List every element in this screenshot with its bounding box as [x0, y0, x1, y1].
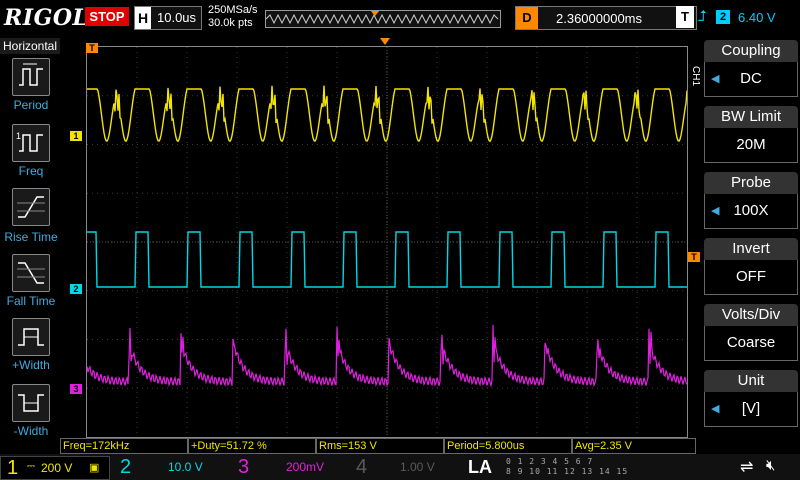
period-icon: [19, 63, 43, 86]
run-stop-indicator[interactable]: STOP: [85, 7, 129, 26]
period-button[interactable]: [12, 58, 50, 96]
usb-icon: ⇌: [740, 459, 754, 476]
ch3-number: 3: [238, 456, 250, 478]
unit-menu-item[interactable]: Unit ◀ [V]: [704, 370, 798, 427]
positive-width-label: +Width: [12, 358, 50, 372]
timebase-value: 10.0us: [157, 10, 197, 25]
measurement-period[interactable]: Period=5.800us: [444, 438, 572, 454]
positive-width-button[interactable]: [12, 318, 50, 356]
volts-div-menu-item[interactable]: Volts/Div Coarse: [704, 304, 798, 361]
menu-arrow-icon: ◀: [711, 73, 720, 85]
ch4-number: 4: [356, 456, 368, 478]
positive-width-icon: [18, 328, 44, 346]
ch3-trace: [86, 324, 688, 388]
measurement-rms[interactable]: Rms=153 V: [316, 438, 444, 454]
period-label: Period: [13, 98, 49, 112]
logic-channels-row2: 8 9 10 11 12 13 14 15: [506, 467, 629, 476]
rising-edge-icon: ⮥: [698, 8, 707, 25]
menu-arrow-icon: ◀: [711, 205, 720, 217]
sound-muted-icon[interactable]: 🔇︎: [766, 457, 775, 474]
trigger-key: T: [676, 6, 694, 28]
bw-limit-icon: ▣: [89, 462, 100, 474]
delay-value: 2.36000000ms: [556, 11, 643, 26]
ch3-scale: 200mV: [286, 460, 325, 474]
ch3-status[interactable]: 3 200mV: [232, 456, 342, 478]
coupling-menu-item[interactable]: Coupling ◀ DC: [704, 40, 798, 97]
ch1-status[interactable]: 1 ⎓ 200 V ▣: [0, 456, 110, 480]
ch1-scale: 200 V: [41, 461, 73, 475]
memory-overview-bar[interactable]: [265, 10, 501, 28]
waveform-display[interactable]: [86, 46, 688, 438]
probe-menu-item[interactable]: Probe ◀ 100X: [704, 172, 798, 229]
timebase-key: H: [135, 7, 151, 29]
channel-menu-tag: CH1: [690, 66, 701, 87]
measure-panel-title: Horizontal: [0, 38, 60, 54]
ch1-offset-marker[interactable]: 1: [70, 131, 82, 141]
svg-text:1: 1: [16, 131, 21, 141]
rise-time-button[interactable]: [12, 188, 50, 226]
trigger-position-marker[interactable]: [380, 38, 390, 45]
probe-title: Probe: [704, 172, 798, 194]
freq-button[interactable]: 1: [12, 124, 50, 162]
ch3-offset-marker[interactable]: 3: [70, 384, 82, 394]
logic-channel-indicator: 0 1 2 3 4 5 6 7 8 9 10 11 12 13 14 15: [506, 457, 628, 477]
volts-div-title: Volts/Div: [704, 304, 798, 326]
freq-icon: 1: [16, 131, 43, 152]
bw-limit-title: BW Limit: [704, 106, 798, 128]
invert-menu-item[interactable]: Invert OFF: [704, 238, 798, 295]
fall-time-label: Fall Time: [6, 294, 56, 308]
volts-div-value: Coarse: [726, 334, 776, 351]
rise-time-icon: [17, 196, 45, 218]
rise-time-label: Rise Time: [4, 230, 58, 244]
sample-rate: 250MSa/s: [208, 4, 258, 16]
measurement-duty[interactable]: +Duty=51.72 %: [188, 438, 316, 454]
logic-channels-row1: 0 1 2 3 4 5 6 7: [506, 457, 594, 466]
ch2-scale: 10.0 V: [168, 460, 203, 474]
measurement-avg[interactable]: Avg=2.35 V: [572, 438, 696, 454]
invert-title: Invert: [704, 238, 798, 260]
ch2-number: 2: [120, 456, 132, 478]
waveform-canvas: [86, 47, 688, 437]
trigger-display[interactable]: T ⮥ 2 6.40 V: [676, 6, 796, 28]
ch2-status[interactable]: 2 10.0 V: [114, 456, 224, 478]
fall-time-button[interactable]: [12, 254, 50, 292]
negative-width-button[interactable]: [12, 384, 50, 422]
fall-time-icon: [17, 262, 45, 284]
ch4-scale: 1.00 V: [400, 460, 435, 474]
memory-depth: 30.0k pts: [208, 17, 253, 29]
trigger-source: 2: [716, 10, 730, 24]
ch1-number: 1: [7, 457, 19, 479]
ch4-status[interactable]: 4 1.00 V: [350, 456, 454, 478]
negative-width-label: -Width: [13, 424, 49, 438]
grid: [87, 47, 687, 437]
delay-key: D: [516, 7, 538, 29]
freq-label: Freq: [18, 164, 44, 178]
unit-title: Unit: [704, 370, 798, 392]
timebase-display[interactable]: H 10.0us: [134, 6, 202, 30]
trigger-level-marker[interactable]: T: [688, 252, 700, 262]
brand-logo: RIGOL: [4, 5, 89, 31]
coupling-value: DC: [740, 70, 762, 87]
bw-limit-value: 20M: [736, 136, 766, 153]
probe-value: 100X: [733, 202, 769, 219]
coupling-title: Coupling: [704, 40, 798, 62]
trigger-time-marker[interactable]: T: [86, 43, 98, 53]
trigger-level: 6.40 V: [738, 10, 776, 25]
menu-arrow-icon: ◀: [711, 403, 720, 415]
unit-value: [V]: [741, 400, 761, 417]
negative-width-icon: [18, 394, 44, 412]
measurement-freq[interactable]: Freq=172kHz: [60, 438, 188, 454]
logic-analyzer-button[interactable]: LA: [460, 456, 500, 478]
acquisition-info: 250MSa/s 30.0k pts: [208, 4, 258, 30]
memory-position-marker: [370, 11, 380, 16]
delay-display[interactable]: D 2.36000000ms: [515, 6, 697, 30]
ch2-offset-marker[interactable]: 2: [70, 284, 82, 294]
invert-value: OFF: [736, 268, 766, 285]
dc-coupling-icon: ⎓: [27, 461, 35, 472]
bw-limit-menu-item[interactable]: BW Limit 20M: [704, 106, 798, 163]
